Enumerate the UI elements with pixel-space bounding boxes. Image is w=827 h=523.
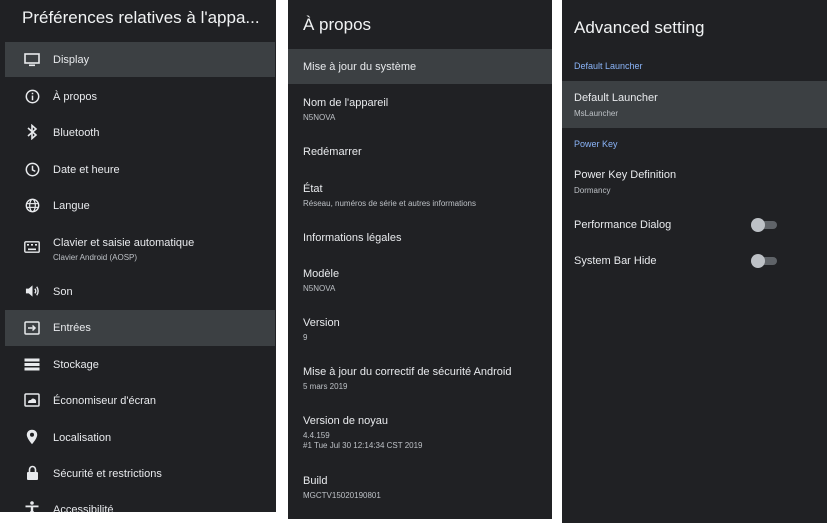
- menu-item-label: Mise à jour du correctif de sécurité And…: [303, 366, 512, 378]
- menu-item-label: Son: [53, 286, 73, 298]
- menu-item-storage[interactable]: Stockage: [5, 347, 275, 381]
- menu-item-subtitle: 5 mars 2019: [303, 382, 348, 391]
- menu-item-label: Clavier et saisie automatique: [53, 237, 195, 249]
- panel-title: Préférences relatives à l'appa...: [22, 8, 260, 27]
- menu-item-label: Build: [303, 475, 328, 487]
- menu-item-subtitle: 4.4.159: [303, 431, 330, 440]
- menu-item-keyboard[interactable]: Clavier et saisie automatique Clavier An…: [5, 225, 275, 269]
- menu-item-model[interactable]: Modèle N5NOVA: [288, 259, 552, 303]
- menu-item-label: System Bar Hide: [574, 255, 657, 267]
- menu-item-label: Entrées: [53, 322, 91, 334]
- menu-item-label: Display: [53, 54, 90, 66]
- menu-item-label: Version de noyau: [303, 415, 389, 427]
- menu-item-label: Sécurité et restrictions: [53, 468, 162, 480]
- storage-icon: [23, 355, 41, 373]
- menu-item-location[interactable]: Localisation: [5, 420, 275, 454]
- menu-item-label: Langue: [53, 200, 90, 212]
- lock-icon: [23, 464, 41, 482]
- menu-item-label: Default Launcher: [574, 92, 658, 104]
- panel-title: À propos: [303, 15, 372, 34]
- menu-item-label: Nom de l'appareil: [303, 97, 389, 109]
- clock-icon: [23, 160, 41, 178]
- globe-icon: [23, 196, 41, 214]
- toggle-thumb: [751, 218, 765, 232]
- menu-item-subtitle: Clavier Android (AOSP): [53, 253, 138, 262]
- menu-item-label: Version: [303, 317, 340, 329]
- menu-item-system-bar-hide[interactable]: System Bar Hide: [562, 244, 827, 278]
- settings-panel-about: À propos Mise à jour du système Nom de l…: [288, 0, 552, 519]
- speaker-icon: [23, 282, 41, 300]
- menu-item-subtitle: MsLauncher: [574, 109, 619, 118]
- menu-item-label: Modèle: [303, 268, 340, 280]
- section-header-power-key: Power Key: [574, 139, 618, 149]
- menu-item-bluetooth[interactable]: Bluetooth: [5, 115, 275, 149]
- menu-item-label: Accessibilité: [53, 504, 114, 512]
- menu-item-label: Performance Dialog: [574, 219, 672, 231]
- input-icon: [23, 319, 41, 337]
- menu-item-accessibility[interactable]: Accessibilité: [5, 493, 275, 512]
- menu-item-label: Informations légales: [303, 232, 402, 244]
- system-bar-hide-toggle[interactable]: [751, 254, 777, 268]
- settings-panel-advanced: Advanced setting Default Launcher Defaul…: [562, 0, 827, 523]
- menu-item-kernel-version[interactable]: Version de noyau 4.4.159 #1 Tue Jul 30 1…: [288, 406, 552, 458]
- menu-item-version[interactable]: Version 9: [288, 308, 552, 352]
- menu-item-label: Bluetooth: [53, 127, 100, 139]
- menu-item-inputs[interactable]: Entrées: [5, 310, 275, 346]
- menu-item-restart[interactable]: Redémarrer: [288, 135, 552, 169]
- menu-item-default-launcher[interactable]: Default Launcher MsLauncher: [562, 81, 827, 128]
- panel-title: Advanced setting: [574, 18, 705, 37]
- menu-item-display[interactable]: Display: [5, 42, 275, 77]
- menu-item-subtitle: MGCTV15020190801: [303, 491, 381, 500]
- settings-panel-device-preferences: Préférences relatives à l'appa... Displa…: [0, 0, 276, 512]
- bluetooth-icon: [23, 123, 41, 141]
- menu-item-status[interactable]: État Réseau, numéros de série et autres …: [288, 174, 552, 218]
- screensaver-icon: [23, 391, 41, 409]
- menu-item-screensaver[interactable]: Économiseur d'écran: [5, 383, 275, 417]
- toggle-thumb: [751, 254, 765, 268]
- performance-dialog-toggle[interactable]: [751, 218, 777, 232]
- menu-item-subtitle-2: #1 Tue Jul 30 12:14:34 CST 2019: [303, 441, 423, 450]
- menu-item-legal-info[interactable]: Informations légales: [288, 222, 552, 256]
- menu-item-sound[interactable]: Son: [5, 274, 275, 308]
- menu-item-label: Mise à jour du système: [303, 61, 417, 73]
- menu-item-subtitle: N5NOVA: [303, 113, 336, 122]
- monitor-icon: [23, 51, 41, 69]
- menu-item-subtitle: N5NOVA: [303, 284, 336, 293]
- section-header-default-launcher: Default Launcher: [574, 61, 643, 71]
- menu-item-label: À propos: [53, 91, 98, 103]
- menu-item-subtitle: Réseau, numéros de série et autres infor…: [303, 199, 476, 208]
- menu-item-performance-dialog[interactable]: Performance Dialog: [562, 208, 827, 242]
- menu-item-label: Économiseur d'écran: [53, 395, 156, 407]
- location-pin-icon: [23, 428, 41, 446]
- menu-item-label: Power Key Definition: [574, 169, 677, 181]
- menu-item-about[interactable]: À propos: [5, 79, 275, 113]
- menu-item-label: Redémarrer: [303, 146, 362, 158]
- menu-item-build[interactable]: Build MGCTV15020190801: [288, 466, 552, 510]
- menu-item-subtitle: Dormancy: [574, 186, 611, 195]
- menu-item-label: Date et heure: [53, 164, 120, 176]
- keyboard-icon: [23, 238, 41, 256]
- menu-item-system-update[interactable]: Mise à jour du système: [288, 49, 552, 84]
- menu-item-label: Localisation: [53, 432, 112, 444]
- menu-item-label: État: [303, 183, 323, 195]
- menu-item-subtitle: 9: [303, 333, 308, 342]
- menu-item-security-patch[interactable]: Mise à jour du correctif de sécurité And…: [288, 357, 552, 401]
- menu-item-device-name[interactable]: Nom de l'appareil N5NOVA: [288, 88, 552, 132]
- menu-item-date-time[interactable]: Date et heure: [5, 152, 275, 186]
- info-icon: [23, 87, 41, 105]
- menu-item-power-key-definition[interactable]: Power Key Definition Dormancy: [562, 160, 827, 202]
- menu-item-security[interactable]: Sécurité et restrictions: [5, 456, 275, 490]
- menu-item-language[interactable]: Langue: [5, 188, 275, 222]
- accessibility-icon: [23, 500, 41, 512]
- menu-item-label: Stockage: [53, 359, 99, 371]
